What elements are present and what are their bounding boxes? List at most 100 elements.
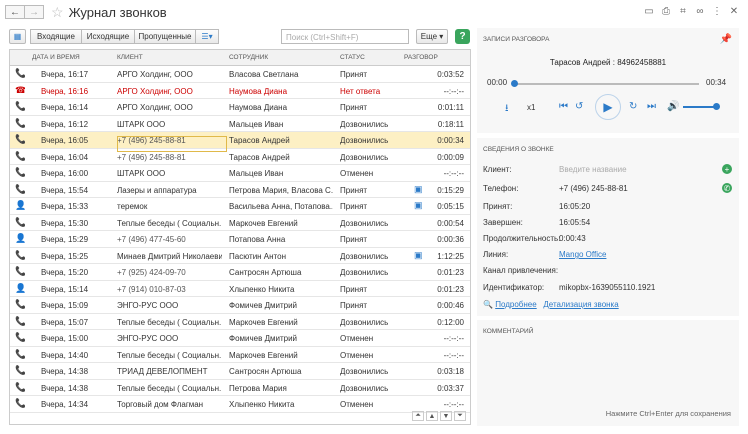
scroll-down-icon[interactable]: ▼	[440, 411, 452, 421]
table-row[interactable]: 📞 Вчера, 16:00 ШТАРК ООО Мальцев Иван Отмене…	[10, 165, 470, 182]
cell-date: Вчера, 16:12	[41, 119, 89, 129]
list-menu-button[interactable]: ☰▾	[195, 29, 219, 44]
incoming-filter-button[interactable]: Входящие	[30, 29, 82, 44]
cell-date: Вчера, 15:33	[41, 202, 89, 211]
table-row[interactable]: 📞 Вчера, 15:00 ЭНГО-РУС ООО Фомичев Дмитрий…	[10, 330, 470, 347]
cell-status: Дозвонились	[340, 317, 389, 327]
search-input[interactable]: Поиск (Ctrl+Shift+F)	[281, 29, 409, 44]
cell-date: Вчера, 15:54	[41, 185, 89, 195]
calendar-button[interactable]: ▦	[9, 29, 26, 44]
skip-start-icon[interactable]: ⏮	[559, 101, 568, 112]
table-row[interactable]: 📞 Вчера, 14:40 Теплые беседы ( Социальн...…	[10, 347, 470, 363]
table-row[interactable]: 📞 Вчера, 14:38 ТРИАД ДЕВЕЛОПМЕНТ Сантросян …	[10, 363, 470, 380]
calls-table: ДАТА И ВРЕМЯ КЛИЕНТ СОТРУДНИК СТАТУС РАЗ…	[9, 49, 471, 425]
table-row[interactable]: 📞 Вчера, 16:14 АРГО Холдинг, ООО Наумова Ди…	[10, 99, 470, 116]
cell-duration: --:--:--	[443, 400, 464, 409]
skip-end-icon[interactable]: ⏭	[647, 101, 656, 112]
print-icon[interactable]: ⎙	[660, 5, 672, 17]
cell-employee: Васильева Анна, Потапова...	[229, 202, 333, 211]
save-icon[interactable]: ▭	[643, 5, 655, 17]
header-employee[interactable]: СОТРУДНИК	[229, 54, 268, 61]
header-client[interactable]: КЛИЕНТ	[117, 54, 143, 61]
header-duration[interactable]: РАЗГОВОР	[404, 54, 438, 61]
volume-handle[interactable]	[713, 103, 720, 110]
magnifier-icon: 🔍	[483, 300, 493, 309]
player-controls: ⭳ x1 ⏮ ↺ ▶ ↻ ⏭ 🔊	[477, 94, 739, 120]
download-icon[interactable]: ⭳	[505, 101, 509, 118]
attach-icon[interactable]: ⌗	[677, 5, 689, 17]
table-row[interactable]: 👤 Вчера, 15:14 +7 (914) 010-87-03 Хлыпенко …	[10, 281, 470, 297]
scroll-top-icon[interactable]: ⏶	[412, 411, 424, 421]
call-type-icon: 📞	[15, 217, 25, 228]
table-row[interactable]: 📞Вчера, 16:05+7 (496) 245-88-81Тарасов А…	[10, 132, 470, 152]
more-menu-button[interactable]: Еще ▾	[416, 29, 448, 44]
table-row[interactable]: ☎ Вчера, 16:16 АРГО Холдинг, ООО Наумова Ди…	[10, 83, 470, 99]
call-type-icon: 📞	[15, 299, 25, 310]
cell-date: Вчера, 16:00	[41, 169, 89, 178]
volume-icon[interactable]: 🔊	[667, 101, 679, 112]
outgoing-filter-button[interactable]: Исходящие	[81, 29, 135, 44]
cell-date: Вчера, 14:38	[41, 367, 89, 376]
missed-filter-button[interactable]: Пропущенные	[134, 29, 196, 44]
play-button[interactable]: ▶	[595, 94, 621, 120]
table-row[interactable]: 📞 Вчера, 14:34 Торговый дом Флагман Хлыпенк…	[10, 396, 470, 413]
ended-label: Завершен:	[483, 218, 523, 227]
add-client-icon[interactable]: +	[722, 164, 732, 174]
table-row[interactable]: 📞 Вчера, 14:38 Теплые беседы ( Социальн...…	[10, 380, 470, 396]
call-detail-link[interactable]: Детализация звонка	[543, 300, 618, 309]
scroll-up-icon[interactable]: ▲	[426, 411, 438, 421]
cell-status: Дозвонились	[340, 268, 389, 277]
more-details-link[interactable]: Подробнее	[495, 300, 537, 309]
client-input[interactable]: Введите название	[559, 165, 627, 174]
cell-duration: 0:01:11	[437, 103, 464, 112]
forward-button[interactable]: →	[24, 5, 44, 19]
back-button[interactable]: ←	[5, 5, 25, 19]
table-row[interactable]: 📞 Вчера, 15:07 Теплые беседы ( Социальн...…	[10, 314, 470, 330]
call-type-icon: 📞	[15, 382, 25, 393]
table-row[interactable]: 📞 Вчера, 15:30 Теплые беседы ( Социальн...…	[10, 215, 470, 231]
pin-icon[interactable]: 📌	[720, 34, 732, 45]
line-link[interactable]: Mango Office	[559, 250, 606, 259]
table-row[interactable]: 📞 Вчера, 16:17 АРГО Холдинг, ООО Власова Св…	[10, 66, 470, 83]
table-row[interactable]: 📞 Вчера, 15:54 Лазеры и аппаратура Петрова …	[10, 182, 470, 198]
header-date[interactable]: ДАТА И ВРЕМЯ	[32, 54, 80, 61]
speed-button[interactable]: x1	[527, 103, 535, 112]
call-type-icon: 📞	[15, 118, 25, 129]
favorite-star-icon[interactable]: ☆	[51, 4, 64, 21]
line-label: Линия:	[483, 250, 509, 259]
scroll-bottom-icon[interactable]: ⏷	[454, 411, 466, 421]
cell-date: Вчера, 16:17	[41, 70, 89, 79]
table-row[interactable]: 📞 Вчера, 15:09 ЭНГО-РУС ООО Фомичев Дмитрий…	[10, 297, 470, 314]
more-icon[interactable]: ⋮	[711, 5, 723, 17]
progress-track[interactable]	[513, 83, 699, 85]
table-row[interactable]: 📞 Вчера, 16:12 ШТАРК ООО Мальцев Иван Дозвон…	[10, 116, 470, 132]
cell-status: Дозвонились	[340, 136, 389, 145]
cell-employee: Фомичев Дмитрий	[229, 334, 298, 343]
progress-handle[interactable]	[511, 80, 518, 87]
cell-client: Теплые беседы ( Социальн...	[117, 383, 222, 393]
table-row[interactable]: 📞 Вчера, 16:04 +7 (496) 245-88-81 Тарасов А…	[10, 149, 470, 165]
volume-slider[interactable]	[683, 106, 717, 108]
cell-client: АРГО Холдинг, ООО	[117, 103, 193, 112]
table-row[interactable]: 👤 Вчера, 15:33 теремок Васильева Анна, Пота…	[10, 198, 470, 215]
link-icon[interactable]: ∞	[694, 5, 706, 17]
call-phone-icon[interactable]: ✆	[722, 183, 732, 193]
cell-duration: 0:03:18	[437, 367, 464, 376]
cell-client: Лазеры и аппаратура	[117, 185, 197, 195]
call-type-icon: 📞	[15, 167, 25, 178]
header-status[interactable]: СТАТУС	[340, 54, 365, 61]
comment-panel[interactable]: КОММЕНТАРИЙ Нажмите Ctrl+Enter для сохра…	[477, 320, 739, 426]
cell-client: теремок	[117, 202, 148, 211]
rewind-icon[interactable]: ↺	[575, 101, 583, 112]
cell-status: Принят	[340, 235, 368, 244]
table-row[interactable]: 📞 Вчера, 15:20 +7 (925) 424-09-70 Сантросян…	[10, 264, 470, 281]
table-row[interactable]: 📞 Вчера, 15:25 Минаев Дмитрий Николаевич Па…	[10, 248, 470, 264]
forward-icon[interactable]: ↻	[629, 101, 637, 112]
cell-status: Отменен	[340, 350, 374, 360]
cell-client: Теплые беседы ( Социальн...	[117, 350, 222, 360]
help-button[interactable]: ?	[455, 29, 470, 44]
close-icon[interactable]: ✕	[728, 5, 740, 17]
table-row[interactable]: 👤 Вчера, 15:29 +7 (496) 477-45-60 Потапова …	[10, 231, 470, 248]
cell-status: Отменен	[340, 334, 374, 343]
id-label: Идентификатор:	[483, 283, 545, 292]
